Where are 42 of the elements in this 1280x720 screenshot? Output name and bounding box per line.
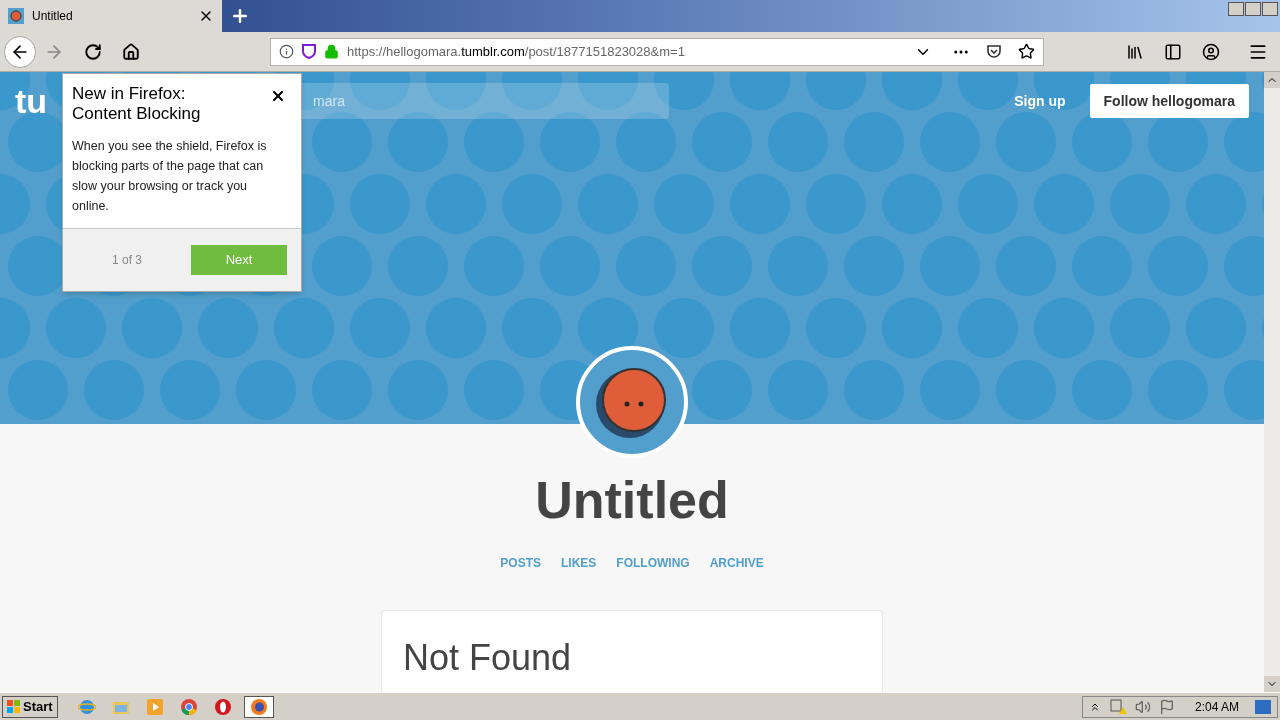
pocket-icon[interactable] (986, 43, 1002, 60)
back-button[interactable] (4, 35, 36, 68)
library-icon[interactable] (1126, 42, 1144, 61)
browser-tab[interactable]: Untitled (0, 0, 222, 32)
scrollbar[interactable] (1264, 72, 1280, 692)
play-icon (145, 697, 164, 716)
sign-up-link[interactable]: Sign up (1014, 90, 1066, 112)
step-counter: 1 of 3 (111, 252, 143, 269)
follow-button[interactable]: Follow hellogomara (1089, 84, 1249, 118)
start-button[interactable]: Start (2, 695, 58, 718)
nav-link[interactable]: FOLLOWING (616, 554, 690, 572)
info-icon[interactable] (279, 44, 294, 59)
taskbar-app[interactable] (243, 695, 274, 718)
reload-icon[interactable] (84, 42, 102, 61)
account-icon[interactable] (1202, 42, 1220, 61)
star-icon[interactable] (1018, 43, 1035, 60)
shield-icon[interactable] (302, 44, 316, 59)
next-button[interactable]: Next (191, 245, 287, 275)
popup-text: When you see the shield, Firefox is blocking parts of the page that can slow your browsing or track you online. (71, 138, 268, 215)
tab-title: Untitled (32, 8, 74, 25)
opera-icon (213, 697, 232, 716)
desktop-icon[interactable] (1255, 699, 1271, 714)
firefox-icon (249, 697, 268, 716)
windows-logo-icon (7, 699, 21, 714)
nav-link[interactable]: POSTS (500, 554, 541, 572)
site-logo[interactable]: tu (15, 75, 48, 127)
nav-link[interactable]: ARCHIVE (709, 554, 764, 572)
address-bar[interactable]: https://hellogomara.tumblr.com/post/1877151823028&m=1 (270, 37, 1044, 66)
clock: 2:04 AM (1194, 698, 1239, 716)
new-tab-icon[interactable] (230, 6, 250, 26)
globe-e-icon (77, 697, 96, 716)
home-icon[interactable] (122, 42, 140, 61)
chrome-icon (179, 697, 198, 716)
flag-icon[interactable] (1158, 698, 1175, 715)
nav-link[interactable]: LIKES (561, 554, 597, 572)
blog-title: Untitled (535, 470, 729, 531)
popup-title: New in Firefox: Content Blocking (72, 84, 202, 124)
post-title: Not Found (403, 637, 572, 678)
sidebar-icon[interactable] (1164, 42, 1182, 61)
tab-favicon (8, 8, 24, 24)
lock-icon (324, 44, 339, 59)
volume-icon[interactable] (1134, 698, 1151, 715)
